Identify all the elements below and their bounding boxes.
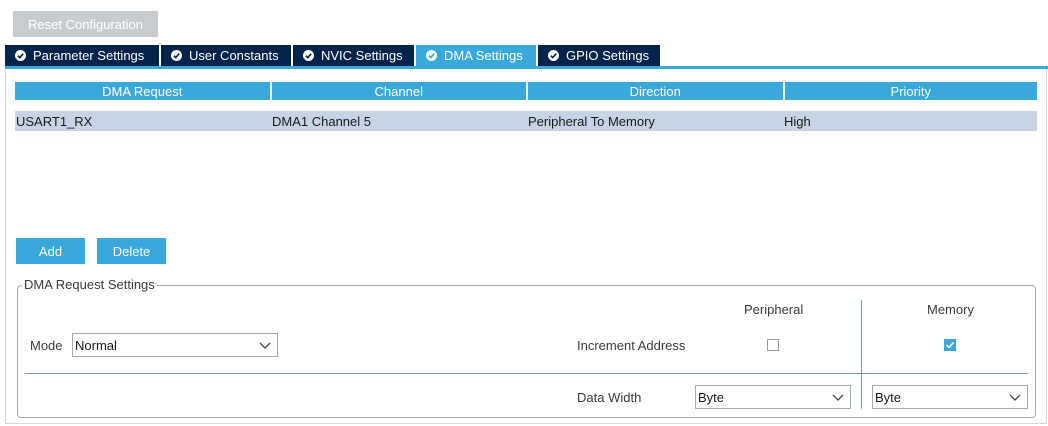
column-header-direction[interactable]: Direction — [528, 82, 783, 100]
check-circle-icon — [303, 50, 314, 61]
mode-select[interactable]: Normal — [72, 333, 278, 357]
table-header: DMA Request Channel Direction Priority — [15, 82, 1038, 100]
data-width-peripheral-select[interactable]: Byte — [695, 385, 851, 409]
check-circle-icon — [548, 50, 559, 61]
checkmark-icon — [945, 341, 955, 349]
cell-direction[interactable]: Peripheral To Memory — [527, 111, 783, 131]
add-button[interactable]: Add — [16, 238, 85, 264]
increment-memory-checkbox[interactable] — [944, 339, 956, 351]
table-row[interactable]: USART1_RX DMA1 Channel 5 Peripheral To M… — [15, 111, 1037, 131]
cell-dma-request[interactable]: USART1_RX — [15, 111, 271, 131]
check-circle-icon — [171, 50, 182, 61]
group-legend: DMA Request Settings — [22, 277, 157, 292]
dma-request-table: DMA Request Channel Direction Priority U… — [15, 82, 1038, 131]
increment-peripheral-checkbox[interactable] — [767, 339, 779, 351]
settings-tabbar: Parameter Settings User Constants NVIC S… — [5, 45, 662, 66]
row-divider — [25, 373, 1028, 374]
tab-parameter-settings[interactable]: Parameter Settings — [5, 45, 159, 66]
mode-label: Mode — [30, 338, 63, 353]
mode-value: Normal — [75, 337, 117, 353]
tab-label: Parameter Settings — [33, 48, 145, 63]
cell-channel[interactable]: DMA1 Channel 5 — [271, 111, 527, 131]
tab-dma-settings[interactable]: DMA Settings — [416, 45, 536, 66]
reset-configuration-button[interactable]: Reset Configuration — [13, 11, 158, 37]
data-width-memory-select[interactable]: Byte — [872, 385, 1028, 409]
check-circle-icon — [15, 50, 26, 61]
peripheral-header: Peripheral — [744, 302, 804, 317]
tab-label: DMA Settings — [444, 48, 523, 63]
data-width-peripheral-value: Byte — [698, 389, 725, 405]
tab-nvic-settings[interactable]: NVIC Settings — [293, 45, 414, 66]
chevron-down-icon — [259, 342, 271, 349]
chevron-down-icon — [832, 394, 844, 401]
data-width-memory-value: Byte — [875, 389, 902, 405]
tab-label: User Constants — [189, 48, 279, 63]
cell-priority[interactable]: High — [783, 111, 1037, 131]
column-header-dma-request[interactable]: DMA Request — [15, 82, 270, 100]
chevron-down-icon — [1009, 394, 1021, 401]
delete-button[interactable]: Delete — [97, 238, 166, 264]
data-width-label: Data Width — [577, 390, 642, 405]
column-header-channel[interactable]: Channel — [271, 82, 526, 100]
column-header-priority[interactable]: Priority — [784, 82, 1038, 100]
tab-label: NVIC Settings — [321, 48, 403, 63]
check-circle-icon — [426, 50, 437, 61]
increment-address-label: Increment Address — [577, 338, 686, 353]
tab-gpio-settings[interactable]: GPIO Settings — [538, 45, 660, 66]
tab-label: GPIO Settings — [566, 48, 650, 63]
tab-user-constants[interactable]: User Constants — [161, 45, 291, 66]
column-divider — [861, 300, 862, 409]
memory-header: Memory — [927, 302, 974, 317]
